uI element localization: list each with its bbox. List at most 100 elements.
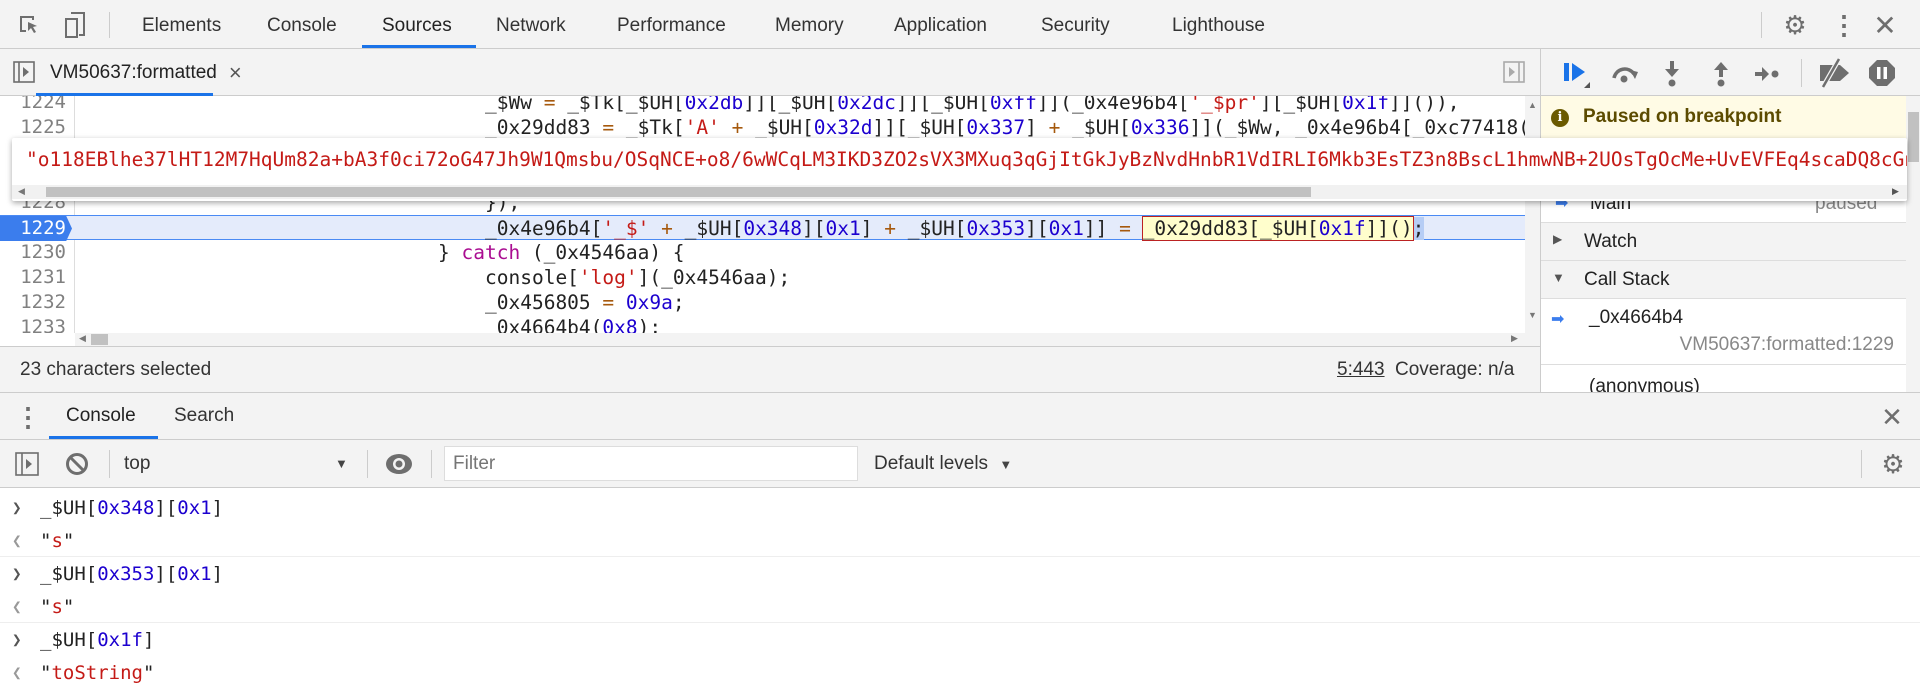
drawer-menu-icon[interactable]: ⋮ <box>15 402 41 432</box>
step-out-icon[interactable] <box>1707 59 1735 89</box>
debugger-toolbar <box>1541 49 1920 96</box>
code-line[interactable]: 1233 _0x4664b4(0x8); <box>0 315 1525 333</box>
show-console-sidebar-icon[interactable] <box>14 452 40 476</box>
code-vertical-scrollbar[interactable]: ▲ ▼ <box>1525 96 1540 346</box>
inspect-element-icon[interactable] <box>14 10 44 40</box>
drawer-tab-search[interactable]: Search <box>174 393 234 439</box>
callstack-section-header[interactable]: ▼ Call Stack <box>1541 261 1906 299</box>
code-token: + <box>661 217 673 240</box>
code-token: 0x1f <box>97 629 143 651</box>
current-execution-line[interactable]: 1229 _0x4e96b4['_$' + _$UH[0x348][0x1] + … <box>0 215 1525 241</box>
context-selector[interactable]: top ▼ <box>120 440 356 488</box>
line-number[interactable]: 1233 <box>0 315 66 333</box>
code-token: ] <box>1025 116 1049 139</box>
code-token: ][ <box>154 497 178 519</box>
scrollbar-thumb[interactable] <box>46 187 1311 197</box>
code-token: _0x29dd83 <box>485 116 603 139</box>
code-token: ] <box>142 629 155 651</box>
tab-performance[interactable]: Performance <box>617 0 726 48</box>
console-result-message[interactable]: ❮ "s" <box>0 591 1920 623</box>
callstack-frame[interactable]: ➡ _0x4664b4 VM50637:formatted:1229 <box>1541 299 1906 365</box>
tab-memory[interactable]: Memory <box>775 0 844 48</box>
line-number[interactable]: 1229 <box>0 216 72 241</box>
tab-sources[interactable]: Sources <box>382 0 452 48</box>
tab-application[interactable]: Application <box>894 0 987 48</box>
file-tab[interactable]: VM50637:formatted × <box>50 49 242 96</box>
console-messages: ❯ _$UH[0x348][0x1] ❮ "s" ❯ _$UH[0x353][0x1] ❮ "… <box>0 488 1920 689</box>
resume-icon[interactable] <box>1561 59 1593 89</box>
close-icon[interactable]: ✕ <box>1872 10 1898 41</box>
sidebar-scrollbar[interactable] <box>1906 96 1920 392</box>
line-number[interactable]: 1231 <box>0 265 66 290</box>
close-tab-icon[interactable]: × <box>229 61 242 84</box>
gear-icon[interactable]: ⚙ <box>1781 10 1809 40</box>
info-icon: i <box>1551 109 1569 127</box>
scrollbar-thumb[interactable] <box>91 334 108 345</box>
step-over-icon[interactable] <box>1609 59 1641 89</box>
cursor-position-link[interactable]: 5:443 <box>1337 359 1385 381</box>
frame-location[interactable]: VM50637:formatted:1229 <box>1680 334 1894 356</box>
code-token: " <box>62 530 75 552</box>
code-token: ]](_0x4e96b4[ <box>1036 96 1190 114</box>
code-token: 0x353 <box>97 563 155 585</box>
file-tab-label: VM50637:formatted <box>50 62 217 83</box>
code-line[interactable]: 1225 _0x29dd83 = _$Tk['A' + _$UH[0x32d]][… <box>0 115 1525 140</box>
deactivate-breakpoints-icon[interactable] <box>1816 57 1852 89</box>
toggle-navigator-icon[interactable] <box>12 60 36 84</box>
step-icon[interactable] <box>1752 59 1782 89</box>
code-line[interactable]: 1224 _$Ww = _$Tk[_$UH[0x2db]][_$UH[0x2dc]… <box>0 96 1525 115</box>
line-number[interactable]: 1225 <box>0 115 66 140</box>
tab-security[interactable]: Security <box>1041 0 1110 48</box>
code-token: _0x4664b4( <box>485 316 603 333</box>
tab-elements[interactable]: Elements <box>142 0 221 48</box>
code-token: 0x348 <box>97 497 155 519</box>
line-number[interactable]: 1230 <box>0 240 66 265</box>
console-input-message[interactable]: ❯ _$UH[0x348][0x1] <box>0 492 1920 524</box>
evaluated-expression-highlight[interactable]: _0x29dd83[_$UH[0x1f]]() <box>1141 216 1414 241</box>
tab-lighthouse[interactable]: Lighthouse <box>1172 0 1265 48</box>
console-result-message[interactable]: ❮ "toString" <box>0 657 1920 689</box>
code-horizontal-scrollbar[interactable]: ◀ ▶ <box>75 333 1525 346</box>
tab-console[interactable]: Console <box>267 0 337 48</box>
code-token: _$UH[ <box>743 116 814 139</box>
code-line[interactable]: 1232 _0x456805 = 0x9a; <box>0 290 1525 315</box>
code-line[interactable]: 1230 } catch (_0x4546aa) { <box>0 240 1525 265</box>
code-token: ; <box>1412 217 1425 240</box>
watch-section-header[interactable]: ▶ Watch <box>1541 223 1906 261</box>
code-token: 0x336 <box>1130 116 1190 139</box>
callstack-frame[interactable]: (anonymous) <box>1541 365 1906 392</box>
message-text: "s" <box>40 525 74 557</box>
code-token: '_$pr' <box>1189 96 1260 114</box>
code-token: " <box>62 596 75 618</box>
code-token: _$UH[ <box>40 629 98 651</box>
code-token: = <box>1119 217 1131 240</box>
tab-network[interactable]: Network <box>496 0 566 48</box>
console-settings-gear-icon[interactable]: ⚙ <box>1879 449 1907 479</box>
live-expression-eye-icon[interactable] <box>384 451 414 477</box>
code-line[interactable]: 1231 console['log'](_0x4546aa); <box>0 265 1525 290</box>
code-token: ] <box>211 497 224 519</box>
log-levels-dropdown[interactable]: Default levels ▼ <box>874 440 1012 488</box>
console-filter-input[interactable] <box>444 446 858 481</box>
console-input-message[interactable]: ❯ _$UH[0x1f] <box>0 624 1920 656</box>
callstack-label: Call Stack <box>1584 269 1670 290</box>
pause-on-exceptions-icon[interactable] <box>1867 58 1897 88</box>
step-into-icon[interactable] <box>1658 59 1686 89</box>
code-text: } catch (_0x4546aa) { <box>438 240 685 265</box>
code-editor[interactable]: 1224 _$Ww = _$Tk[_$UH[0x2db]][_$UH[0x2dc]… <box>0 96 1525 333</box>
line-number[interactable]: 1224 <box>0 96 66 115</box>
device-toolbar-icon[interactable] <box>60 10 90 40</box>
drawer-tab-console[interactable]: Console <box>66 393 136 439</box>
code-token: " <box>142 662 155 684</box>
code-token: 'log' <box>578 266 638 289</box>
toggle-debugger-sidebar-icon[interactable] <box>1502 60 1526 84</box>
code-token: 0x1f <box>1318 217 1366 240</box>
more-vert-icon[interactable]: ⋮ <box>1831 10 1857 40</box>
code-text: _0x29dd83 = _$Tk['A' + _$UH[0x32d]][_$UH… <box>485 115 1525 140</box>
clear-console-icon[interactable] <box>64 451 90 477</box>
line-number[interactable]: 1232 <box>0 290 66 315</box>
popover-scrollbar[interactable]: ◀ ▶ <box>12 185 1907 199</box>
console-input-message[interactable]: ❯ _$UH[0x353][0x1] <box>0 558 1920 590</box>
console-result-message[interactable]: ❮ "s" <box>0 525 1920 557</box>
close-drawer-icon[interactable]: ✕ <box>1879 402 1905 432</box>
